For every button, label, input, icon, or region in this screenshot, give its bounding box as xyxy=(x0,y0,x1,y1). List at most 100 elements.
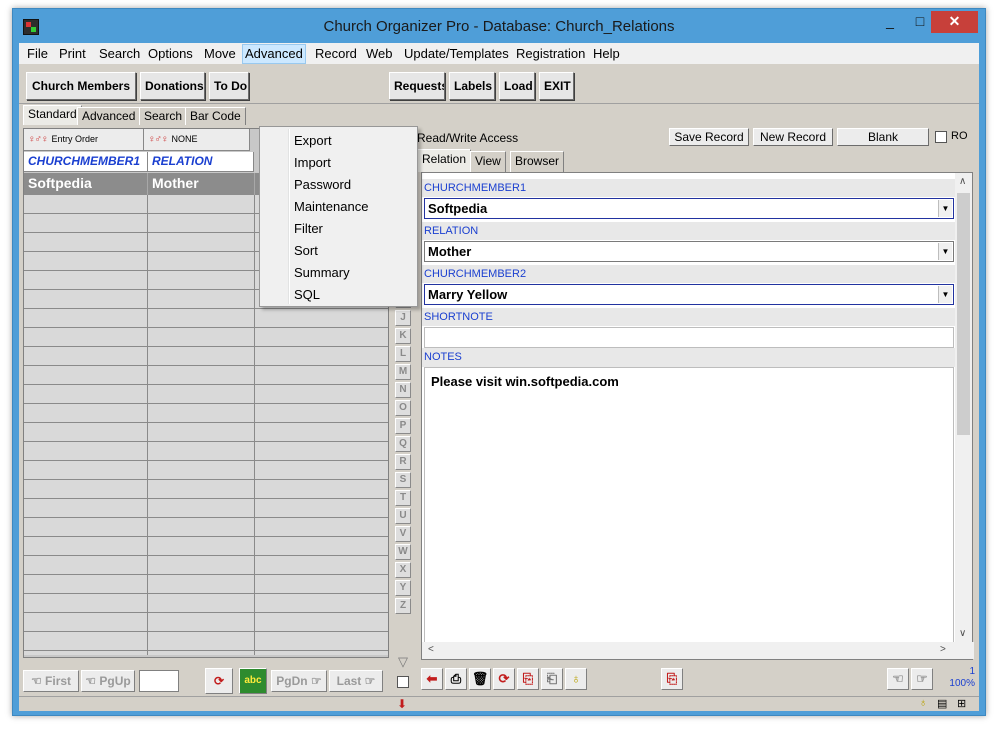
chevron-down-icon[interactable]: ▼ xyxy=(938,286,952,303)
resize-grip-icon[interactable]: ⊞ xyxy=(957,697,966,710)
minimize-button[interactable]: _ xyxy=(875,11,905,33)
tab-relation[interactable]: Relation xyxy=(417,149,472,172)
form-horizontal-scrollbar[interactable]: < > xyxy=(422,642,974,659)
requests-button[interactable]: Requests xyxy=(389,72,445,100)
abc-icon[interactable]: abc xyxy=(239,668,267,694)
tab-search[interactable]: Search xyxy=(139,107,188,125)
to-do-button[interactable]: To Do xyxy=(209,72,249,100)
alpha-letter-y[interactable]: Y xyxy=(395,580,411,596)
menu-help[interactable]: Help xyxy=(591,46,622,61)
menu-options[interactable]: Options xyxy=(146,46,195,61)
alpha-letter-l[interactable]: L xyxy=(395,346,411,362)
grid-cell-churchmember1[interactable]: Softpedia xyxy=(24,173,148,195)
menu-import[interactable]: Import xyxy=(294,155,331,170)
paste-record-icon[interactable]: ⎗ xyxy=(541,668,563,690)
load-button[interactable]: Load xyxy=(499,72,535,100)
tab-view[interactable]: View xyxy=(470,151,506,172)
documents-icon[interactable]: ▤ xyxy=(937,697,947,710)
sort-header-none[interactable]: ♀♂♀ NONE xyxy=(144,129,250,151)
alpha-letter-n[interactable]: N xyxy=(395,382,411,398)
alpha-letter-k[interactable]: K xyxy=(395,328,411,344)
lightbulb-icon[interactable]: ♁ xyxy=(565,668,587,690)
chevron-down-icon[interactable]: ▼ xyxy=(938,200,952,217)
refresh-icon[interactable]: ⟳ xyxy=(205,668,233,694)
tab-bar-code[interactable]: Bar Code xyxy=(185,107,246,125)
next-hand-icon[interactable]: ☞ xyxy=(911,668,933,690)
chevron-right-icon[interactable]: > xyxy=(940,644,946,655)
alpha-letter-r[interactable]: R xyxy=(395,454,411,470)
alpha-letter-z[interactable]: Z xyxy=(395,598,411,614)
chevron-down-icon[interactable]: ∨ xyxy=(959,628,966,639)
blank-button[interactable]: Blank xyxy=(837,128,929,146)
scrollbar-thumb[interactable] xyxy=(957,193,970,435)
menu-search[interactable]: Search xyxy=(97,46,142,61)
menu-file[interactable]: File xyxy=(25,46,50,61)
refresh-icon[interactable]: ⟳ xyxy=(493,668,515,690)
column-header-churchmember1[interactable]: CHURCHMEMBER1 xyxy=(24,152,148,172)
first-button[interactable]: ☜ First xyxy=(23,670,79,692)
alpha-letter-w[interactable]: W xyxy=(395,544,411,560)
menu-update-templates[interactable]: Update/Templates xyxy=(402,46,511,61)
alpha-checkbox[interactable] xyxy=(397,676,409,688)
last-button[interactable]: Last ☞ xyxy=(329,670,383,692)
trash-icon[interactable]: 🗑 xyxy=(469,668,491,690)
tab-standard[interactable]: Standard xyxy=(23,105,82,125)
title-bar[interactable]: Church Organizer Pro - Database: Church_… xyxy=(13,9,985,43)
pgdn-button[interactable]: PgDn ☞ xyxy=(271,670,327,692)
menu-maintenance[interactable]: Maintenance xyxy=(294,199,368,214)
donations-button[interactable]: Donations xyxy=(140,72,205,100)
column-header-relation[interactable]: RELATION xyxy=(148,152,254,172)
alpha-letter-u[interactable]: U xyxy=(395,508,411,524)
tab-advanced[interactable]: Advanced xyxy=(77,107,141,125)
exit-button[interactable]: EXIT xyxy=(539,72,574,100)
new-record-button[interactable]: New Record xyxy=(753,128,833,146)
close-button[interactable]: ✕ xyxy=(931,11,978,33)
alpha-letter-p[interactable]: P xyxy=(395,418,411,434)
churchmember1-select[interactable]: Softpedia ▼ xyxy=(424,198,954,219)
back-arrow-icon[interactable]: ⬅ xyxy=(421,668,443,690)
menu-advanced[interactable]: Advanced xyxy=(242,44,306,64)
menu-print[interactable]: Print xyxy=(57,46,88,61)
shortnote-field[interactable] xyxy=(424,327,954,348)
ro-checkbox[interactable] xyxy=(935,131,947,143)
alpha-letter-o[interactable]: O xyxy=(395,400,411,416)
churchmember2-select[interactable]: Marry Yellow ▼ xyxy=(424,284,954,305)
notes-field[interactable]: Please visit win.softpedia.com xyxy=(424,367,954,645)
form-vertical-scrollbar[interactable]: ∧ ∨ xyxy=(955,173,972,643)
scroll-down-arrow-icon[interactable]: ▽ xyxy=(395,654,411,670)
grid-cell-relation[interactable]: Mother xyxy=(148,173,255,195)
duplicate-record-icon[interactable]: ⎘ xyxy=(661,668,683,690)
menu-filter[interactable]: Filter xyxy=(294,221,323,236)
menu-sql[interactable]: SQL xyxy=(294,287,320,302)
print-icon[interactable]: ⎙ xyxy=(445,668,467,690)
church-members-button[interactable]: Church Members xyxy=(26,72,136,100)
alpha-letter-q[interactable]: Q xyxy=(395,436,411,452)
alpha-letter-x[interactable]: X xyxy=(395,562,411,578)
menu-record[interactable]: Record xyxy=(313,46,359,61)
alpha-letter-m[interactable]: M xyxy=(395,364,411,380)
copy-record-icon[interactable]: ⎘ xyxy=(517,668,539,690)
menu-web[interactable]: Web xyxy=(364,46,395,61)
alpha-letter-v[interactable]: V xyxy=(395,526,411,542)
menu-summary[interactable]: Summary xyxy=(294,265,350,280)
alpha-letter-t[interactable]: T xyxy=(395,490,411,506)
menu-move[interactable]: Move xyxy=(202,46,238,61)
relation-select[interactable]: Mother ▼ xyxy=(424,241,954,262)
tab-browser[interactable]: Browser xyxy=(510,151,565,172)
record-number-field[interactable] xyxy=(139,670,179,692)
save-record-button[interactable]: Save Record xyxy=(669,128,749,146)
labels-button[interactable]: Labels xyxy=(449,72,495,100)
menu-registration[interactable]: Registration xyxy=(514,46,587,61)
sort-header-entry-order[interactable]: ♀♂♀ Entry Order xyxy=(24,129,144,151)
pgup-button[interactable]: ☜ PgUp xyxy=(81,670,135,692)
lightbulb-icon[interactable]: ♁ xyxy=(919,697,927,709)
prev-hand-icon[interactable]: ☜ xyxy=(887,668,909,690)
chevron-left-icon[interactable]: < xyxy=(428,644,434,655)
chevron-up-icon[interactable]: ∧ xyxy=(959,176,966,187)
menu-password[interactable]: Password xyxy=(294,177,351,192)
menu-export[interactable]: Export xyxy=(294,133,332,148)
menu-sort[interactable]: Sort xyxy=(294,243,318,258)
alpha-letter-s[interactable]: S xyxy=(395,472,411,488)
alpha-letter-j[interactable]: J xyxy=(395,310,411,326)
chevron-down-icon[interactable]: ▼ xyxy=(938,243,952,260)
